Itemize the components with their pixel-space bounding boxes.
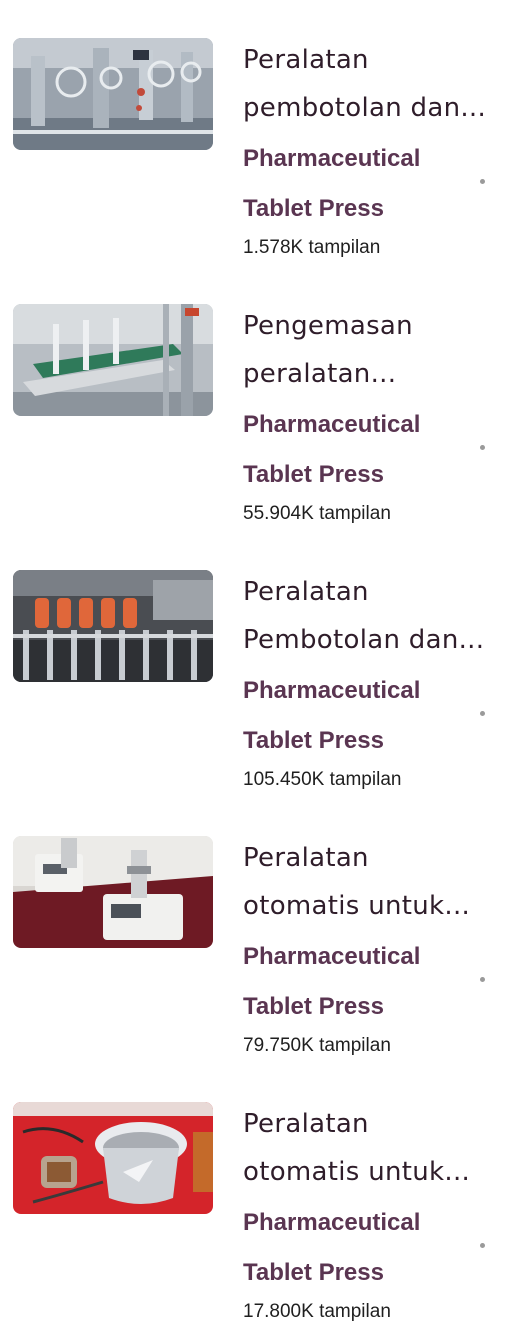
title-line: pembotolan dan... — [243, 93, 487, 123]
item-title[interactable]: Peralatan pembotolan dan... — [243, 36, 513, 132]
bottling-machine-image[interactable] — [13, 38, 213, 150]
list-item[interactable]: Peralatan pembotolan dan... Pharmaceutic… — [0, 0, 524, 266]
title-line: Peralatan — [243, 577, 369, 607]
bottle-filling-image[interactable] — [13, 570, 213, 682]
category-line: Pharmaceutical — [243, 943, 421, 970]
item-title[interactable]: Peralatan Pembotolan dan... — [243, 568, 513, 664]
category-line: Tablet Press — [243, 461, 384, 488]
category-line: Pharmaceutical — [243, 1209, 421, 1236]
item-category[interactable]: Pharmaceutical Tablet Press — [243, 400, 473, 500]
view-count: 79.750K tampilan — [243, 1035, 391, 1056]
title-line: otomatis untuk... — [243, 891, 471, 921]
separator-dot — [480, 1243, 485, 1248]
separator-dot — [480, 445, 485, 450]
title-line: Peralatan — [243, 1109, 369, 1139]
title-line: Peralatan — [243, 45, 369, 75]
view-count: 17.800K tampilan — [243, 1301, 391, 1322]
separator-dot — [480, 977, 485, 982]
category-line: Pharmaceutical — [243, 145, 421, 172]
title-line: Pembotolan dan... — [243, 625, 485, 655]
category-line: Tablet Press — [243, 727, 384, 754]
list-item[interactable]: Peralatan otomatis untuk... Pharmaceutic… — [0, 1064, 524, 1330]
item-title[interactable]: Pengemasan peralatan... — [243, 302, 513, 398]
packaging-line-image[interactable] — [13, 304, 213, 416]
title-line: Peralatan — [243, 843, 369, 873]
list-item[interactable]: Pengemasan peralatan... Pharmaceutical T… — [0, 266, 524, 532]
separator-dot — [480, 179, 485, 184]
separator-dot — [480, 711, 485, 716]
category-line: Tablet Press — [243, 1259, 384, 1286]
item-category[interactable]: Pharmaceutical Tablet Press — [243, 134, 473, 234]
title-line: Pengemasan — [243, 311, 413, 341]
tablet-tester-image[interactable] — [13, 836, 213, 948]
category-line: Tablet Press — [243, 993, 384, 1020]
view-count: 105.450K tampilan — [243, 769, 402, 790]
video-list: Peralatan pembotolan dan... Pharmaceutic… — [0, 0, 524, 1325]
view-count: 55.904K tampilan — [243, 503, 391, 524]
list-item[interactable]: Peralatan otomatis untuk... Pharmaceutic… — [0, 798, 524, 1064]
item-title[interactable]: Peralatan otomatis untuk... — [243, 834, 513, 930]
title-line: otomatis untuk... — [243, 1157, 471, 1187]
list-item[interactable]: Peralatan Pembotolan dan... Pharmaceutic… — [0, 532, 524, 798]
category-line: Tablet Press — [243, 195, 384, 222]
category-line: Pharmaceutical — [243, 677, 421, 704]
item-category[interactable]: Pharmaceutical Tablet Press — [243, 666, 473, 766]
title-line: peralatan... — [243, 359, 397, 389]
grinder-machine-image[interactable] — [13, 1102, 213, 1214]
item-title[interactable]: Peralatan otomatis untuk... — [243, 1100, 513, 1196]
item-category[interactable]: Pharmaceutical Tablet Press — [243, 1198, 473, 1298]
item-category[interactable]: Pharmaceutical Tablet Press — [243, 932, 473, 1032]
category-line: Pharmaceutical — [243, 411, 421, 438]
view-count: 1.578K tampilan — [243, 237, 381, 258]
